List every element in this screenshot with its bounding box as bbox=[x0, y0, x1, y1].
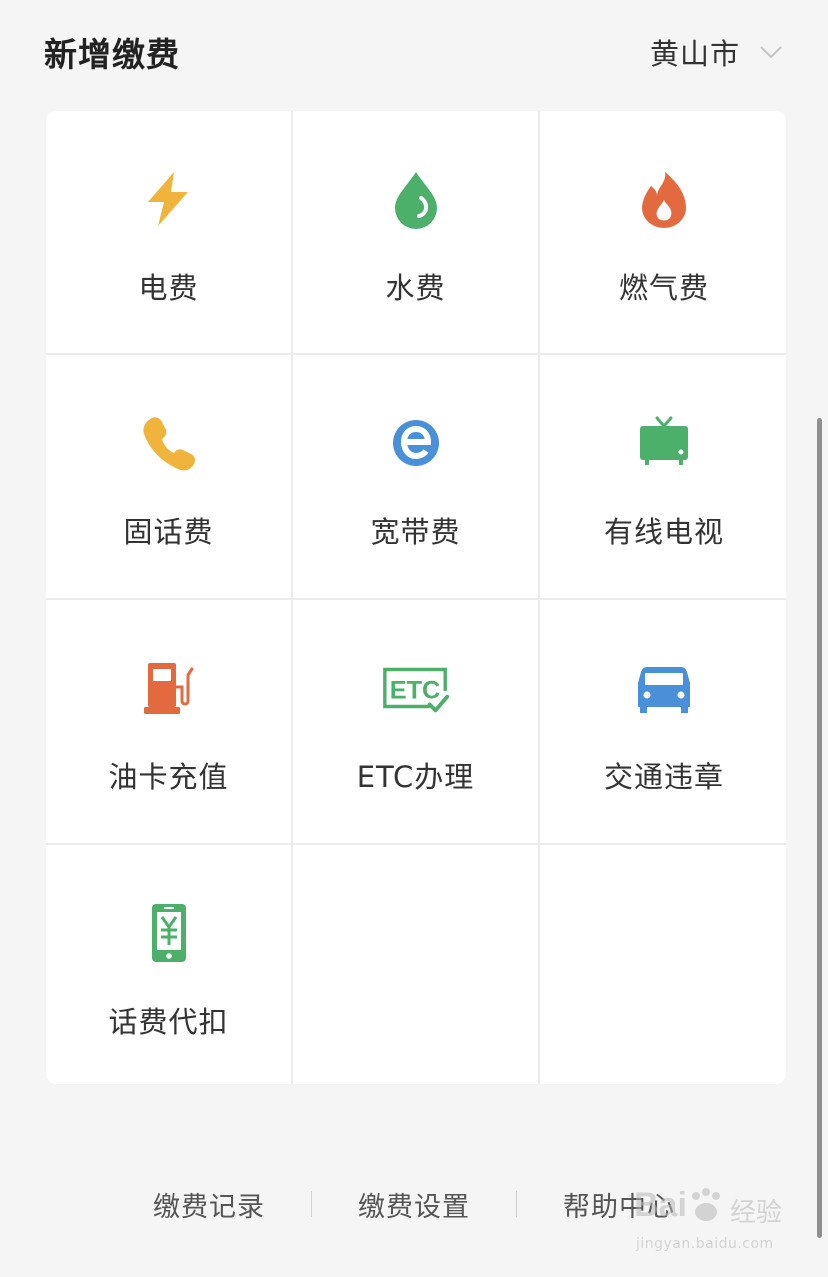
service-label: 交通违章 bbox=[603, 760, 724, 794]
payment-records-link[interactable]: 缴费记录 bbox=[107, 1185, 311, 1224]
service-label: 固话费 bbox=[123, 515, 214, 549]
payment-settings-link[interactable]: 缴费设置 bbox=[312, 1185, 516, 1224]
service-electricity[interactable]: 电费 bbox=[46, 111, 291, 353]
flame-icon bbox=[631, 166, 697, 232]
etc-icon: ETC bbox=[378, 655, 454, 721]
chevron-down-icon bbox=[760, 46, 782, 59]
service-label: 燃气费 bbox=[618, 271, 709, 305]
service-label: 油卡充值 bbox=[108, 760, 229, 794]
page: 新增缴费 黄山市 电费 水费 燃气费 固话费 宽带费 有线电视 油卡充值 ETC… bbox=[0, 0, 828, 1277]
service-mobile-autopay[interactable]: 话费代扣 bbox=[46, 845, 291, 1084]
service-landline[interactable]: 固话费 bbox=[46, 355, 291, 598]
scrollbar[interactable] bbox=[817, 418, 822, 1238]
service-water[interactable]: 水费 bbox=[293, 111, 538, 353]
watermark-brand: Bai bbox=[634, 1186, 687, 1224]
phone-icon bbox=[136, 410, 202, 476]
lightning-icon bbox=[136, 166, 202, 232]
water-drop-icon bbox=[383, 166, 449, 232]
paw-icon bbox=[692, 1188, 720, 1221]
watermark-url: jingyan.baidu.com bbox=[636, 1236, 774, 1252]
service-label: 电费 bbox=[138, 271, 199, 305]
tv-icon bbox=[631, 410, 697, 476]
service-fuel-card[interactable]: 油卡充值 bbox=[46, 600, 291, 843]
car-icon bbox=[631, 655, 697, 721]
service-broadband[interactable]: 宽带费 bbox=[293, 355, 538, 598]
header: 新增缴费 黄山市 bbox=[44, 28, 784, 76]
service-label: 话费代扣 bbox=[108, 1005, 229, 1039]
service-grid: 电费 水费 燃气费 固话费 宽带费 有线电视 油卡充值 ETC ETC办理 交通… bbox=[46, 111, 786, 1084]
service-label: 宽带费 bbox=[370, 515, 461, 549]
service-etc[interactable]: ETC ETC办理 bbox=[293, 600, 538, 843]
city-name: 黄山市 bbox=[649, 37, 740, 71]
svg-text:ETC: ETC bbox=[389, 677, 440, 705]
empty-cell bbox=[293, 845, 538, 1084]
mobile-yuan-icon bbox=[136, 900, 202, 966]
service-gas[interactable]: 燃气费 bbox=[540, 111, 786, 353]
empty-cell bbox=[540, 845, 786, 1084]
baidu-jingyan-watermark: Bai du 经验 jingyan.baidu.com bbox=[634, 1186, 784, 1258]
service-label: ETC办理 bbox=[356, 760, 475, 794]
watermark-cn: 经验 bbox=[730, 1198, 783, 1228]
service-label: 水费 bbox=[385, 271, 446, 305]
page-title: 新增缴费 bbox=[44, 35, 180, 74]
broadband-e-icon bbox=[383, 410, 449, 476]
service-cable-tv[interactable]: 有线电视 bbox=[540, 355, 786, 598]
service-label: 有线电视 bbox=[603, 515, 724, 549]
fuel-pump-icon bbox=[136, 655, 202, 721]
service-traffic-violation[interactable]: 交通违章 bbox=[540, 600, 786, 843]
city-selector[interactable]: 黄山市 bbox=[650, 31, 784, 73]
